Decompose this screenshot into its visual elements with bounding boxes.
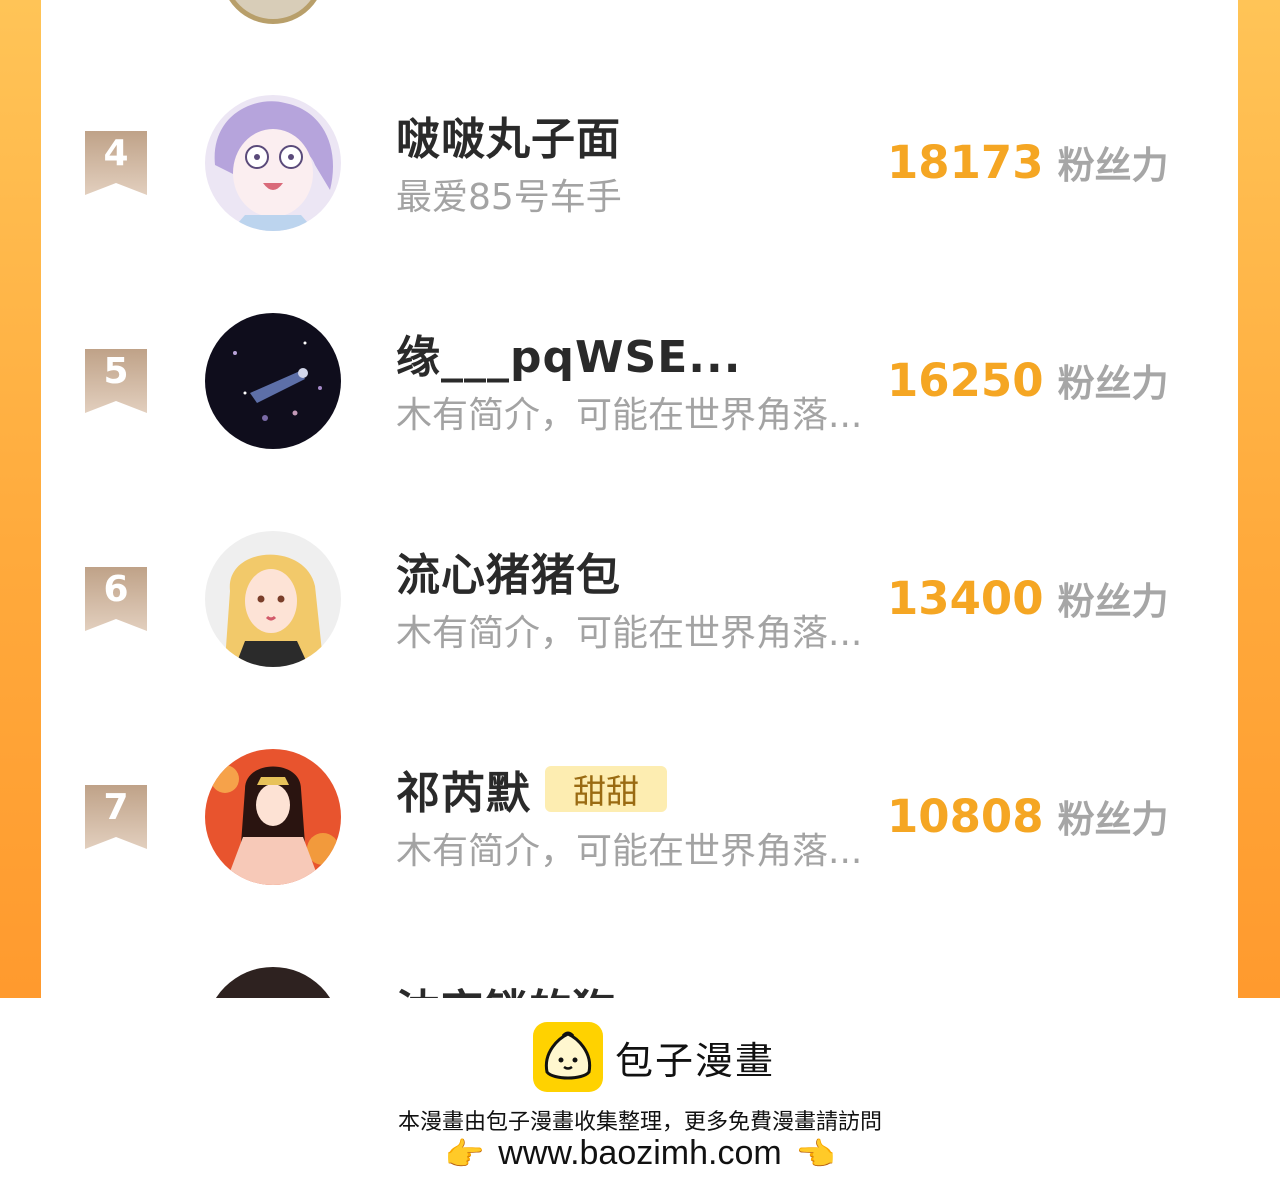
user-bio: 木有简介，可能在世界角落... (396, 831, 863, 872)
partial-avatar-top (221, 0, 325, 24)
rank-number: 7 (103, 787, 129, 828)
pointing-left-icon: 👈 (795, 1134, 836, 1173)
rank-number: 4 (103, 133, 129, 174)
rank-ribbon-icon: 4 (85, 131, 147, 195)
night-sky-avatar[interactable] (205, 313, 341, 449)
brand-name: 包子漫畫 (615, 1038, 776, 1083)
leaderboard-row[interactable]: 6 流心猪猪包 木有简介，可能在世界角落... 13400 粉丝力 (41, 516, 1238, 676)
leaderboard-row[interactable]: 4 啵啵丸子面 最爱85号车手 18173 粉丝力 (41, 80, 1238, 240)
leaderboard-row[interactable]: 5 缘___pqWSE... 木有简介，可能在世界角落... 16250 粉丝力 (41, 298, 1238, 458)
partial-user-name[interactable]: 沈宫锁的狗 (396, 975, 616, 998)
user-bio: 木有简介，可能在世界角落... (396, 613, 863, 654)
brand[interactable]: 包子漫畫 (533, 1022, 775, 1092)
score-value: 18173 (887, 136, 1044, 189)
score-value: 13400 (887, 572, 1044, 625)
red-dress-girl-avatar[interactable] (205, 749, 341, 885)
url-line: 👉 www.baozimh.com 👈 (0, 1134, 1280, 1173)
fan-power-score: 18173 粉丝力 (887, 135, 1169, 189)
score-unit: 粉丝力 (1057, 144, 1169, 187)
rank-number: 5 (103, 351, 129, 392)
user-name[interactable]: 祁芮默 (396, 757, 531, 821)
blonde-girl-avatar[interactable] (205, 531, 341, 667)
leaderboard-frame: 4 啵啵丸子面 最爱85号车手 18173 粉丝力 5 缘___pqWSE...… (0, 0, 1280, 998)
rank-ribbon-icon: 5 (85, 349, 147, 413)
user-bio: 木有简介，可能在世界角落... (396, 395, 863, 436)
leaderboard-row[interactable]: 7 祁芮默 甜甜 木有简介，可能在世界角落... 10808 粉丝力 (41, 734, 1238, 894)
user-tag-badge: 甜甜 (545, 766, 667, 812)
leaderboard-panel: 4 啵啵丸子面 最爱85号车手 18173 粉丝力 5 缘___pqWSE...… (41, 0, 1238, 998)
baozi-logo-icon (533, 1022, 603, 1092)
notice-text: 本漫畫由包子漫畫收集整理，更多免費漫畫請訪問 (397, 1110, 882, 1135)
pointing-right-icon: 👉 (444, 1134, 485, 1173)
score-value: 16250 (887, 354, 1044, 407)
score-unit: 粉丝力 (1057, 580, 1169, 623)
partial-avatar-bottom[interactable] (205, 967, 341, 998)
watermark-footer: 包子漫畫 本漫畫由包子漫畫收集整理，更多免費漫畫請訪問 👉 www.baozim… (0, 998, 1280, 1199)
site-url-link[interactable]: www.baozimh.com (498, 1134, 781, 1173)
rank-number: 6 (103, 569, 129, 610)
user-bio: 最爱85号车手 (396, 177, 622, 218)
score-value: 10808 (887, 790, 1044, 843)
user-name[interactable]: 啵啵丸子面 (396, 103, 621, 167)
score-unit: 粉丝力 (1057, 798, 1169, 841)
rank-ribbon-icon: 7 (85, 785, 147, 849)
fan-power-score: 10808 粉丝力 (887, 789, 1169, 843)
fan-power-score: 16250 粉丝力 (887, 353, 1169, 407)
rank-ribbon-icon: 6 (85, 567, 147, 631)
user-name[interactable]: 缘___pqWSE... (396, 321, 741, 385)
anime-girl-purple-avatar[interactable] (205, 95, 341, 231)
user-name[interactable]: 流心猪猪包 (396, 539, 621, 603)
fan-power-score: 13400 粉丝力 (887, 571, 1169, 625)
score-unit: 粉丝力 (1057, 362, 1169, 405)
